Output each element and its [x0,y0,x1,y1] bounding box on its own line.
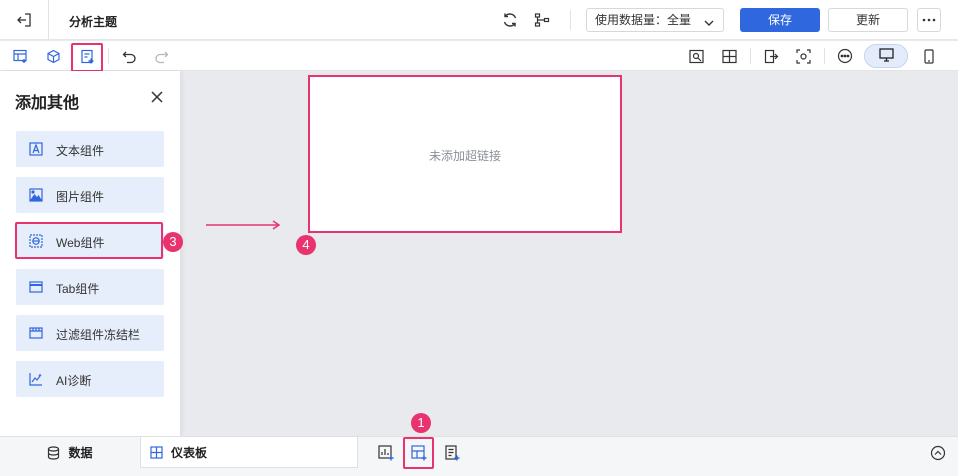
divider [48,0,49,40]
divider [570,10,571,30]
tab-icon [28,279,44,295]
freeze-bar-icon [28,325,44,341]
step-badge-1: 1 [411,413,431,433]
image-component-item[interactable]: 图片组件 [16,177,164,213]
tab-dashboard[interactable]: 仪表板 [140,437,358,468]
panel-title: 添加其他 [15,95,80,112]
add-chart-icon[interactable] [11,47,29,65]
layout-grid-icon[interactable] [720,47,738,65]
empty-link-text: 未添加超链接 [428,149,501,163]
undo-icon[interactable] [120,47,138,65]
close-icon[interactable] [148,88,166,106]
web-widget[interactable]: 未添加超链接 [308,75,622,233]
database-icon [47,445,60,460]
tab-component-item[interactable]: Tab组件 [16,269,164,305]
more-options-icon[interactable] [836,47,854,65]
data-lineage-icon[interactable] [533,11,551,29]
item-label: Tab组件 [56,282,100,296]
dashboard-icon [150,445,163,459]
highlight-box [15,222,163,259]
divider [824,48,825,64]
divider [750,48,751,64]
add-chart-icon[interactable] [377,444,395,462]
save-button[interactable]: 保存 [740,8,820,32]
bottom-bar: 数据 仪表板 [0,436,958,476]
arrow-icon [206,220,281,230]
image-icon [28,187,44,203]
screenshot-icon[interactable] [794,47,812,65]
highlight-box [71,43,103,72]
add-report-icon[interactable] [443,444,461,462]
refresh-icon[interactable] [501,11,519,29]
ai-diagnosis-icon [28,371,44,387]
mobile-icon[interactable] [920,47,938,65]
freeze-bar-component-item[interactable]: 过滤组件冻结栏 [16,315,164,351]
item-label: 文本组件 [56,144,105,158]
tab-data[interactable]: 数据 [0,437,140,468]
data-usage-label: 使用数据量：全量 [595,13,692,27]
toolbar [0,41,958,71]
update-button[interactable]: 更新 [828,8,908,32]
item-label: AI诊断 [56,374,92,388]
chevron-down-icon [703,14,715,36]
ai-diagnosis-item[interactable]: AI诊断 [16,361,164,397]
text-icon [28,141,44,157]
highlight-box [403,437,434,469]
data-usage-select[interactable]: 使用数据量：全量 [586,8,724,32]
step-badge-3: 3 [163,232,183,252]
preview-icon[interactable] [687,47,705,65]
tab-label: 数据 [68,446,93,460]
top-bar: 分析主题 使用数据量：全量 保存 更新 [0,0,958,40]
item-label: 过滤组件冻结栏 [56,328,141,342]
more-icon[interactable] [917,8,941,32]
component-cube-icon[interactable] [44,47,62,65]
desktop-view-toggle[interactable] [864,44,908,68]
tab-label: 仪表板 [171,445,208,460]
divider [108,48,109,64]
collapse-up-icon[interactable] [929,444,947,462]
item-label: 图片组件 [56,190,105,204]
redo-icon[interactable] [152,47,170,65]
export-icon[interactable] [762,47,780,65]
text-component-item[interactable]: 文本组件 [16,131,164,167]
step-badge-4: 4 [296,235,316,255]
page-title: 分析主题 [69,15,118,29]
exit-icon[interactable] [14,10,34,30]
desktop-icon [878,47,894,65]
